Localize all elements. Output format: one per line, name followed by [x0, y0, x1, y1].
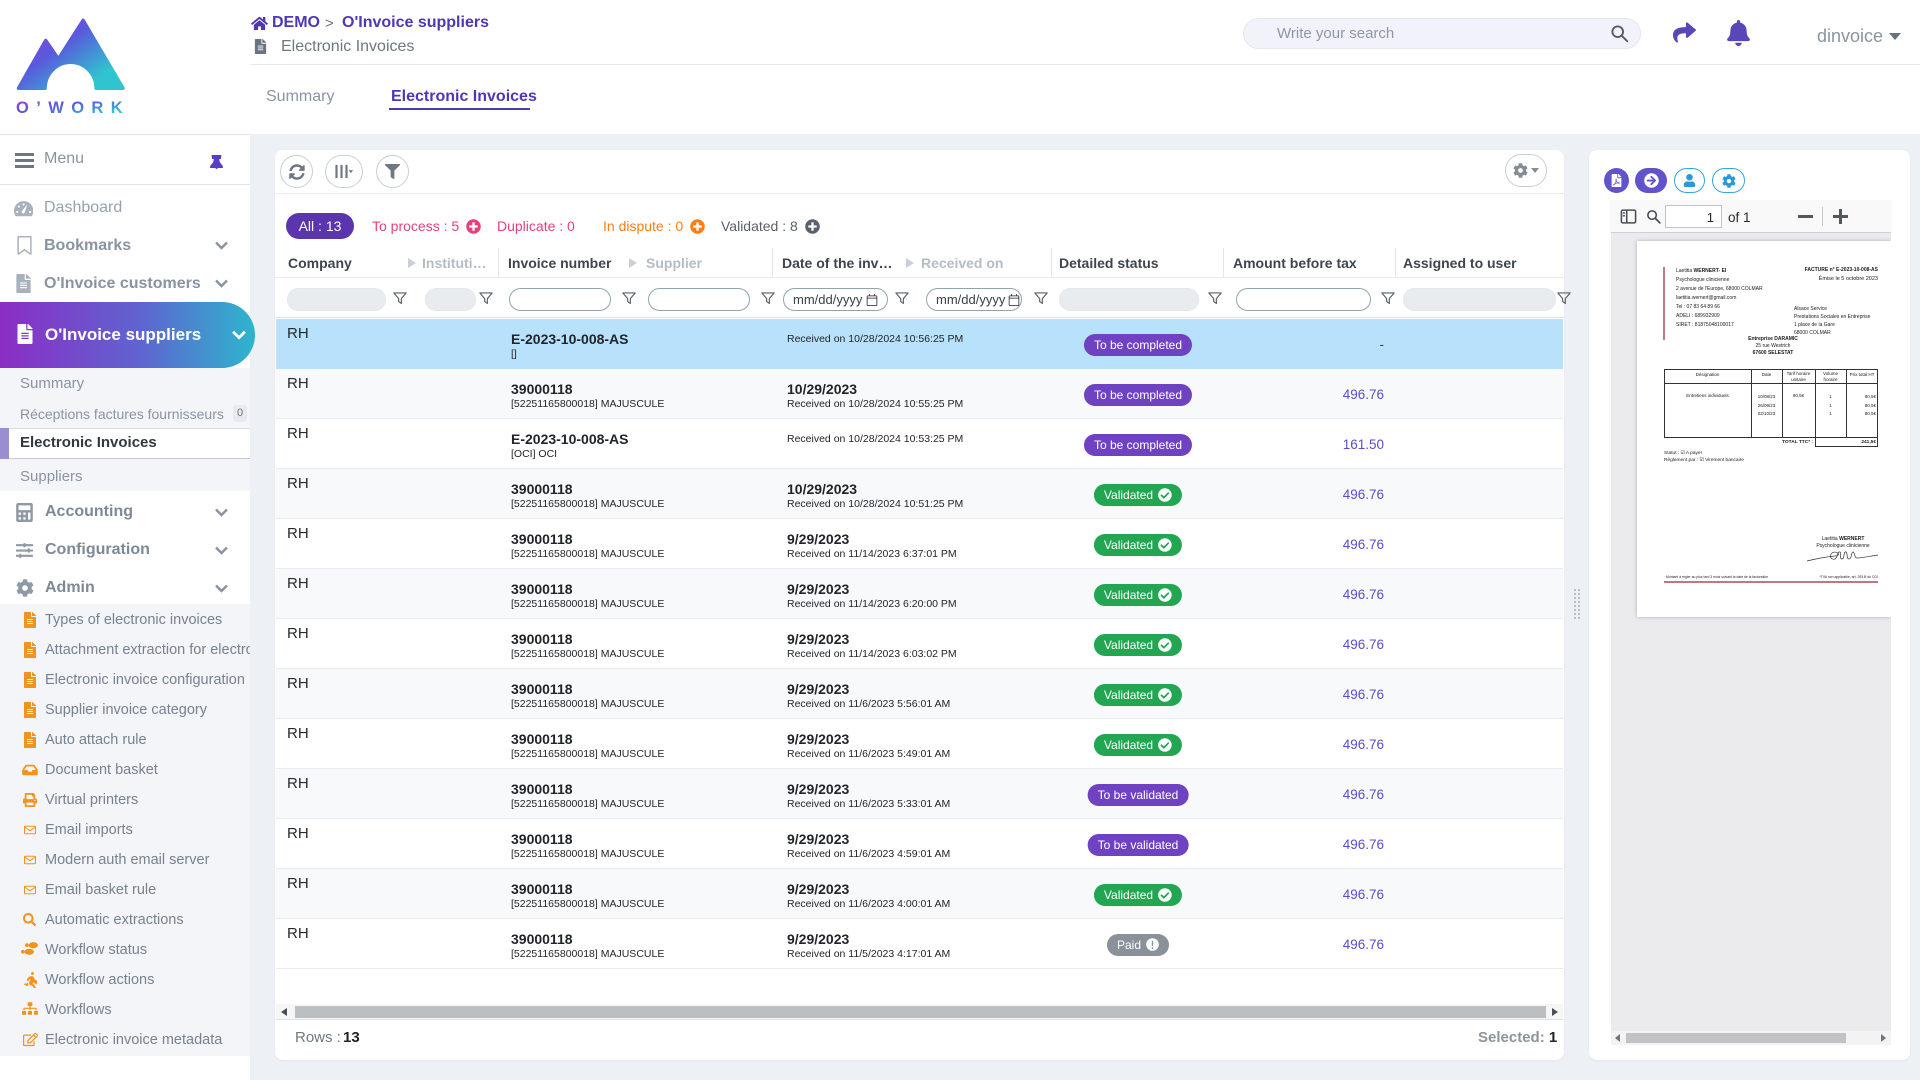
- svg-text:O’WORK: O’WORK: [16, 99, 128, 117]
